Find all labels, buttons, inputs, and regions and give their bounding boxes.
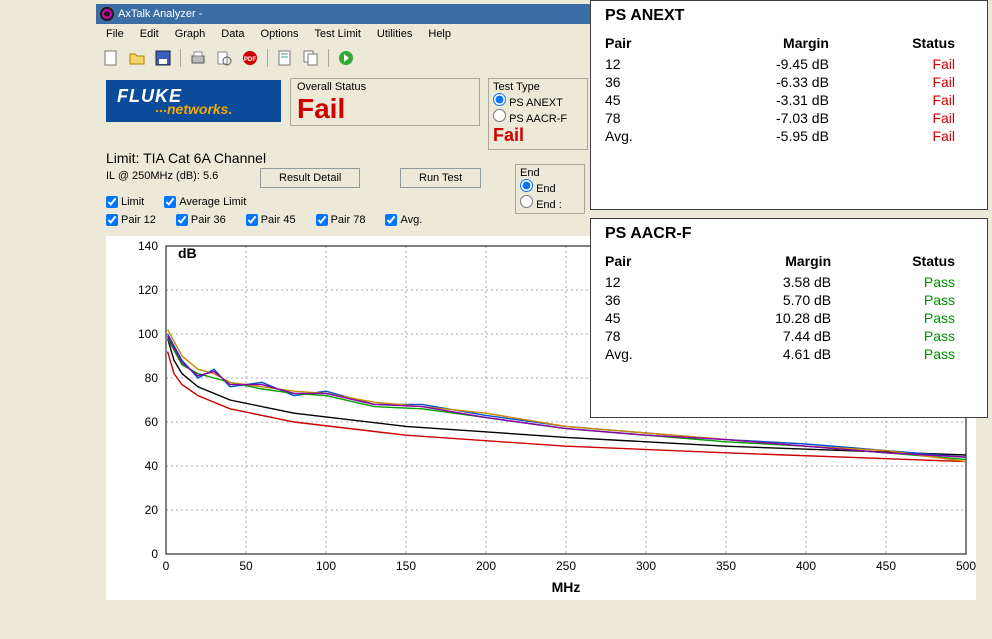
radio-ps-aacr-f[interactable]: PS AACR-F [493, 109, 583, 125]
svg-text:networks.: networks. [167, 101, 232, 117]
table-row: 36-6.33 dBFail [605, 73, 973, 91]
test-type-status: Fail [493, 125, 583, 146]
pdf-icon[interactable]: PDF [241, 49, 259, 67]
table-row: 45-3.31 dBFail [605, 91, 973, 109]
table-row: Avg.-5.95 dBFail [605, 127, 973, 145]
save-disk-icon[interactable] [154, 49, 172, 67]
svg-text:450: 450 [876, 559, 896, 573]
menu-file[interactable]: File [100, 26, 130, 42]
test-type-group: Test Type PS ANEXT PS AACR-F Fail [488, 78, 588, 150]
check-avg[interactable]: Avg. [385, 214, 422, 226]
svg-text:40: 40 [145, 459, 159, 473]
window-title: AxTalk Analyzer - [118, 8, 202, 20]
panel-ps-aacr-f: PS AACR-F Pair Margin Status 123.58 dBPa… [590, 218, 988, 418]
panel-ps-anext: PS ANEXT Pair Margin Status 12-9.45 dBFa… [590, 0, 988, 210]
doc-prop-icon[interactable] [276, 49, 294, 67]
check-avg-limit[interactable]: Average Limit [164, 196, 246, 208]
overall-status-group: Overall Status Fail [290, 78, 480, 126]
table-row: 12-9.45 dBFail [605, 55, 973, 73]
th-pair: Pair [605, 251, 698, 273]
table-row: 365.70 dBPass [605, 291, 973, 309]
checkbox-row-2: Pair 12 Pair 36 Pair 45 Pair 78 Avg. [106, 214, 422, 226]
fluke-logo: FLUKE networks. [106, 80, 281, 122]
table-row: 123.58 dBPass [605, 273, 973, 291]
svg-text:PDF: PDF [244, 57, 256, 63]
result-detail-button[interactable]: Result Detail [260, 168, 360, 188]
svg-text:100: 100 [316, 559, 336, 573]
svg-text:20: 20 [145, 503, 159, 517]
print-icon[interactable] [189, 49, 207, 67]
end-group: End End End : [515, 164, 585, 214]
panel2-title: PS AACR-F [605, 225, 973, 243]
svg-text:80: 80 [145, 371, 159, 385]
svg-text:50: 50 [239, 559, 253, 573]
il-text: IL @ 250MHz (dB): 5.6 [106, 170, 218, 182]
end-label: End [520, 167, 580, 179]
panel1-table: Pair Margin Status 12-9.45 dBFail36-6.33… [605, 33, 973, 145]
panel1-title: PS ANEXT [605, 7, 973, 25]
menu-help[interactable]: Help [422, 26, 457, 42]
overall-status-value: Fail [297, 93, 473, 125]
table-row: 78-7.03 dBFail [605, 109, 973, 127]
check-pair45[interactable]: Pair 45 [246, 214, 296, 226]
go-icon[interactable] [337, 49, 355, 67]
menu-graph[interactable]: Graph [169, 26, 212, 42]
svg-text:MHz: MHz [552, 579, 581, 595]
app-icon [100, 7, 114, 21]
th-status: Status [849, 251, 973, 273]
limit-text: Limit: TIA Cat 6A Channel [106, 150, 266, 166]
table-row: 4510.28 dBPass [605, 309, 973, 327]
radio-end1[interactable]: End [520, 179, 580, 195]
svg-text:250: 250 [556, 559, 576, 573]
svg-text:350: 350 [716, 559, 736, 573]
svg-text:60: 60 [145, 415, 159, 429]
menu-edit[interactable]: Edit [134, 26, 165, 42]
th-margin: Margin [700, 33, 847, 55]
table-row: 787.44 dBPass [605, 327, 973, 345]
check-pair36[interactable]: Pair 36 [176, 214, 226, 226]
svg-text:400: 400 [796, 559, 816, 573]
menu-data[interactable]: Data [215, 26, 250, 42]
copy-icon[interactable] [302, 49, 320, 67]
overall-status-label: Overall Status [297, 81, 473, 93]
svg-text:100: 100 [138, 327, 158, 341]
open-folder-icon[interactable] [128, 49, 146, 67]
th-pair: Pair [605, 33, 700, 55]
check-pair78[interactable]: Pair 78 [316, 214, 366, 226]
check-pair12[interactable]: Pair 12 [106, 214, 156, 226]
svg-text:150: 150 [396, 559, 416, 573]
svg-text:0: 0 [151, 547, 158, 561]
menu-testlimit[interactable]: Test Limit [308, 26, 366, 42]
run-test-button[interactable]: Run Test [400, 168, 481, 188]
svg-text:140: 140 [138, 239, 158, 253]
new-file-icon[interactable] [102, 49, 120, 67]
svg-text:300: 300 [636, 559, 656, 573]
menu-options[interactable]: Options [255, 26, 305, 42]
radio-ps-anext[interactable]: PS ANEXT [493, 93, 583, 109]
svg-text:200: 200 [476, 559, 496, 573]
checkbox-row-1: Limit Average Limit [106, 196, 246, 208]
test-type-label: Test Type [493, 81, 583, 93]
th-status: Status [847, 33, 973, 55]
svg-text:120: 120 [138, 283, 158, 297]
table-row: Avg.4.61 dBPass [605, 345, 973, 363]
svg-text:dB: dB [178, 245, 197, 261]
panel2-table: Pair Margin Status 123.58 dBPass365.70 d… [605, 251, 973, 363]
print-preview-icon[interactable] [215, 49, 233, 67]
check-limit[interactable]: Limit [106, 196, 144, 208]
svg-text:0: 0 [163, 559, 170, 573]
th-margin: Margin [698, 251, 849, 273]
svg-text:500: 500 [956, 559, 976, 573]
radio-end2[interactable]: End : [520, 195, 580, 211]
menu-utilities[interactable]: Utilities [371, 26, 418, 42]
